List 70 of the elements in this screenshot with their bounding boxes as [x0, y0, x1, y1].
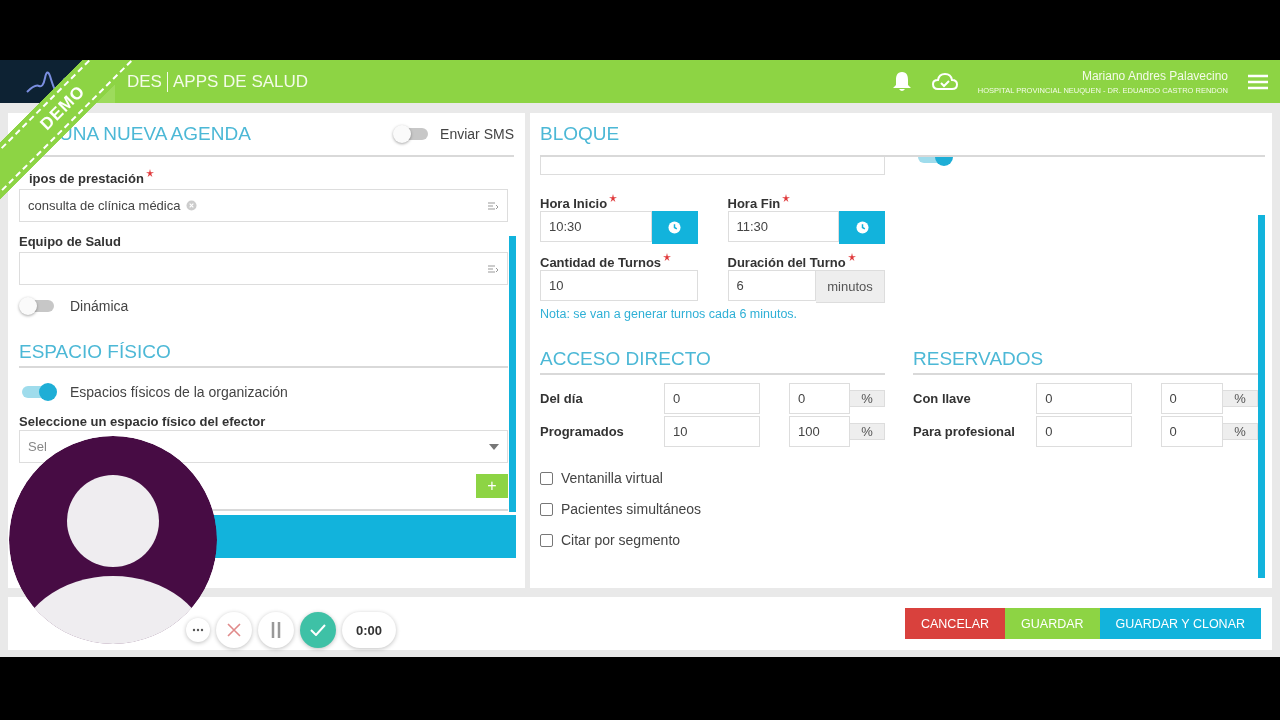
clock-button[interactable] [651, 211, 698, 244]
cloud-check-icon[interactable] [931, 72, 958, 91]
section-title: RESERVADOS [913, 341, 1258, 375]
row-label: Programados [540, 424, 625, 439]
scrollbar[interactable] [509, 236, 516, 512]
number-input[interactable]: 10 [540, 270, 698, 301]
checkbox-label: Citar por segmento [561, 532, 681, 548]
remove-tag-icon[interactable] [186, 200, 198, 211]
field-label: Hora Fin [727, 196, 781, 211]
select-icon [487, 263, 499, 274]
espacios-toggle[interactable] [22, 386, 54, 398]
brand-name: DES [127, 71, 162, 92]
section-title: ACCESO DIRECTO [540, 341, 885, 375]
toggle-label: Enviar SMS [440, 126, 514, 142]
count-input[interactable]: 0 [1036, 416, 1132, 447]
scrollbar[interactable] [1258, 215, 1265, 578]
count-input[interactable]: 0 [1036, 383, 1132, 414]
input-field[interactable] [540, 157, 885, 175]
row-label: Del día [540, 391, 584, 406]
percent-input[interactable]: 100 [789, 416, 850, 447]
percent-input[interactable]: 0 [1160, 383, 1224, 414]
row-label: Para profesional [913, 424, 1016, 439]
checkbox[interactable] [540, 471, 553, 485]
count-input[interactable]: 0 [664, 383, 760, 414]
percent-addon: % [1223, 423, 1258, 440]
number-input[interactable]: 6 [727, 270, 816, 301]
clock-button[interactable] [839, 211, 885, 244]
clock-icon [668, 221, 681, 234]
percent-addon: % [1223, 390, 1258, 407]
percent-addon: % [850, 423, 885, 440]
note-text: Nota: se van a generar turnos cada 6 minutos. [540, 307, 799, 323]
percent-input[interactable]: 0 [789, 383, 850, 414]
checkbox-label: Pacientes simultáneos [561, 501, 702, 517]
sms-toggle[interactable] [396, 128, 429, 140]
tipos-select[interactable]: consulta de clínica médica [19, 189, 508, 222]
checkbox[interactable] [540, 533, 553, 547]
field-label: Cantidad de Turnos [540, 255, 662, 270]
dropdown-icon [489, 443, 499, 450]
menu-icon[interactable] [1248, 73, 1268, 90]
time-input[interactable]: 10:30 [540, 211, 652, 242]
equipo-select[interactable] [19, 252, 508, 285]
field-label: ipos de prestación [29, 171, 144, 186]
more-icon [192, 628, 204, 632]
field-label: Seleccione un espacio físico del efector [19, 414, 266, 429]
percent-addon: % [850, 390, 885, 407]
field-label: Hora Inicio [540, 196, 608, 211]
percent-input[interactable]: 0 [1160, 416, 1224, 447]
dinamica-toggle[interactable] [22, 300, 54, 312]
select-icon [487, 200, 499, 211]
section-title: BLOQUE [540, 123, 620, 145]
checkbox[interactable] [540, 502, 553, 516]
section-title: ESPACIO FÍSICO [19, 334, 508, 368]
row-label: Con llave [913, 391, 972, 406]
checkbox-label: Ventanilla virtual [561, 470, 663, 486]
close-icon [227, 623, 241, 637]
check-icon [310, 624, 326, 636]
count-input[interactable]: 10 [664, 416, 760, 447]
toggle-label: Dinámica [70, 298, 129, 314]
footer-button[interactable]: CANCELAR [904, 608, 1006, 639]
user-name: Mariano Andres Palavecino [1081, 68, 1228, 83]
app-name: APPS DE SALUD [172, 71, 309, 92]
bell-icon[interactable] [891, 70, 912, 93]
time-input[interactable]: 11:30 [727, 211, 839, 242]
pause-icon [271, 622, 281, 638]
toggle-label: Espacios físicos de la organización [70, 384, 288, 400]
clock-icon [855, 221, 869, 234]
unit-addon: minutos [816, 270, 885, 303]
field-label: Duración del Turno [727, 255, 846, 270]
avatar-icon [9, 436, 217, 644]
field-label: Equipo de Salud [19, 234, 121, 249]
